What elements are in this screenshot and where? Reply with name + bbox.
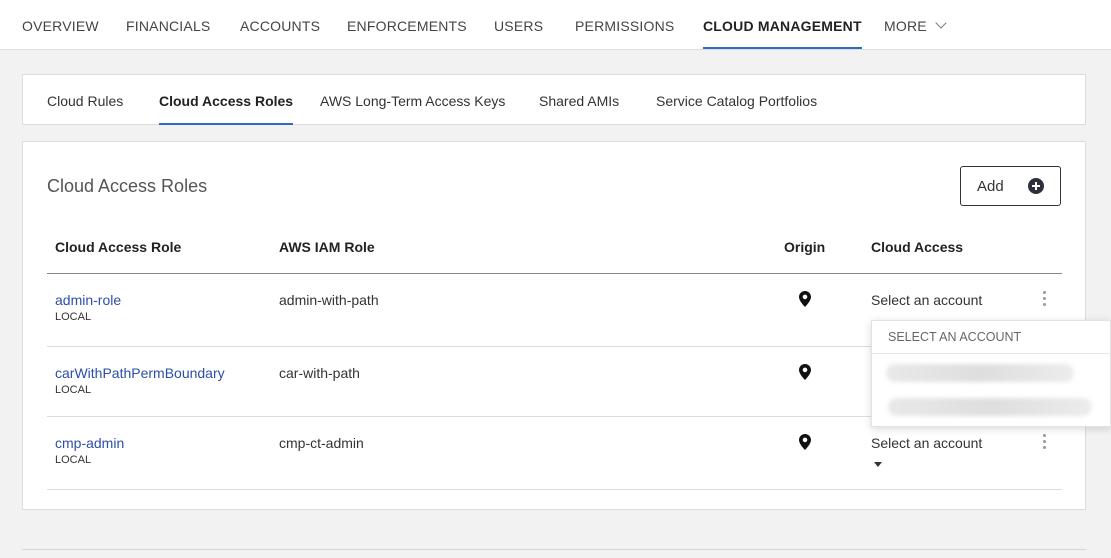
nav-users[interactable]: USERS — [494, 0, 543, 50]
top-nav: OVERVIEW FINANCIALS ACCOUNTS ENFORCEMENT… — [0, 0, 1111, 50]
nav-enforcements[interactable]: ENFORCEMENTS — [347, 0, 467, 50]
location-pin-icon — [799, 434, 811, 450]
row-divider — [47, 489, 1062, 490]
more-options-icon[interactable] — [1043, 291, 1047, 307]
panel-title: Cloud Access Roles — [47, 176, 208, 196]
iam-role-value: car-with-path — [279, 365, 360, 381]
header-divider — [47, 273, 1062, 274]
nav-more[interactable]: MORE — [884, 0, 927, 50]
subtab-bar: Cloud Rules Cloud Access Roles AWS Long-… — [22, 74, 1086, 125]
role-link-carwithpathpermboundary[interactable]: carWithPathPermBoundary — [55, 365, 225, 381]
footer-divider — [22, 549, 1086, 550]
location-pin-icon — [799, 364, 811, 380]
dropdown-header: SELECT AN ACCOUNT — [888, 330, 1022, 344]
tab-cloud-access-roles[interactable]: Cloud Access Roles — [159, 75, 294, 126]
tab-shared-amis[interactable]: Shared AMIs — [539, 75, 619, 126]
tab-cloud-rules[interactable]: Cloud Rules — [47, 75, 123, 126]
account-option[interactable] — [888, 398, 1092, 416]
location-pin-icon — [799, 291, 811, 307]
tab-service-catalog-portfolios[interactable]: Service Catalog Portfolios — [656, 75, 817, 126]
iam-role-value: cmp-ct-admin — [279, 435, 364, 451]
role-origin-label: LOCAL — [55, 384, 92, 396]
chevron-down-icon[interactable] — [935, 17, 947, 29]
tab-aws-long-term-access-keys[interactable]: AWS Long-Term Access Keys — [320, 75, 505, 126]
caret-down-icon[interactable] — [874, 462, 882, 467]
iam-role-value: admin-with-path — [279, 292, 379, 308]
add-button[interactable]: Add — [960, 166, 1061, 206]
nav-overview[interactable]: OVERVIEW — [22, 0, 99, 50]
account-select-menu: SELECT AN ACCOUNT — [871, 320, 1111, 427]
role-link-cmp-admin[interactable]: cmp-admin — [55, 435, 124, 451]
dropdown-divider — [872, 353, 1111, 354]
column-header-aws-iam-role[interactable]: AWS IAM Role — [279, 239, 375, 255]
nav-permissions[interactable]: PERMISSIONS — [575, 0, 674, 50]
role-link-admin-role[interactable]: admin-role — [55, 292, 121, 308]
role-origin-label: LOCAL — [55, 454, 92, 466]
plus-circle-icon — [1028, 178, 1044, 194]
select-account-dropdown[interactable]: Select an account — [871, 435, 982, 451]
account-option[interactable] — [886, 364, 1074, 382]
column-header-cloud-access[interactable]: Cloud Access — [871, 239, 963, 255]
column-header-cloud-access-role[interactable]: Cloud Access Role — [55, 239, 181, 255]
nav-accounts[interactable]: ACCOUNTS — [240, 0, 320, 50]
nav-cloud-management[interactable]: CLOUD MANAGEMENT — [703, 0, 862, 50]
column-header-origin[interactable]: Origin — [784, 239, 825, 255]
select-account-dropdown[interactable]: Select an account — [871, 292, 982, 308]
more-options-icon[interactable] — [1043, 434, 1047, 450]
add-button-label: Add — [977, 178, 1004, 195]
role-origin-label: LOCAL — [55, 311, 92, 323]
nav-financials[interactable]: FINANCIALS — [126, 0, 210, 50]
